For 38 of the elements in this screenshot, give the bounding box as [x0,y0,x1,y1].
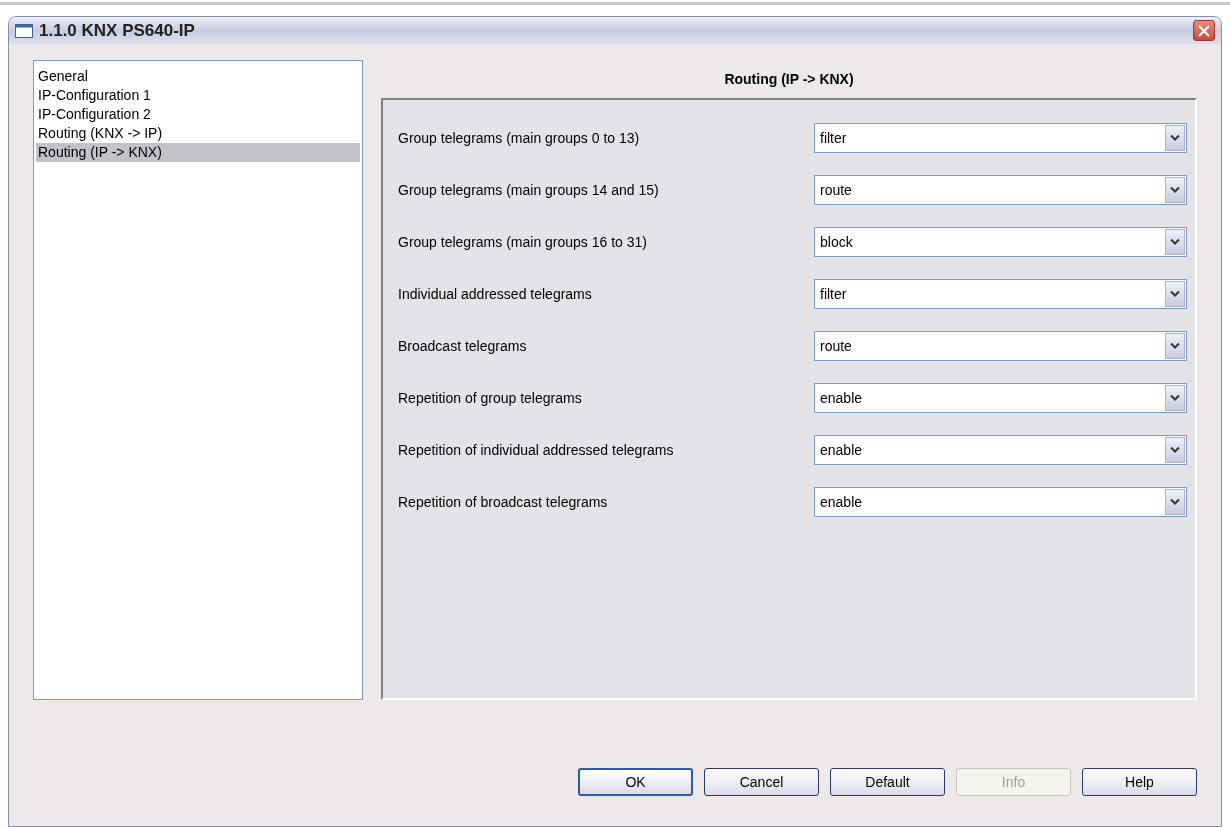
parameter-label: Group telegrams (main groups 14 and 15) [398,180,660,200]
dropdown[interactable]: enable [814,383,1187,413]
page-list-item[interactable]: General [36,67,360,86]
dropdown[interactable]: filter [814,279,1187,309]
window-title: 1.1.0 KNX PS640-IP [39,19,195,42]
dialog-button[interactable]: Default [830,768,945,796]
chevron-down-icon [1170,446,1180,454]
page-list-item[interactable]: Routing (KNX -> IP) [36,124,360,143]
parameter-label: Repetition of individual addressed telegrams [398,440,675,460]
dialog-button[interactable]: Help [1082,768,1197,796]
chevron-down-icon [1170,290,1180,298]
dropdown[interactable]: block [814,227,1187,257]
chevron-down-icon [1170,238,1180,246]
dropdown[interactable]: enable [814,435,1187,465]
dropdown[interactable]: route [814,175,1187,205]
dropdown[interactable]: filter [814,123,1187,153]
chevron-down-icon [1170,134,1180,142]
chevron-down-icon [1170,186,1180,194]
dropdown[interactable]: route [814,331,1187,361]
close-icon [1198,24,1210,37]
parameter-label: Group telegrams (main groups 0 to 13) [398,128,641,148]
dialog-button[interactable]: Cancel [704,768,819,796]
panel-title: Routing (IP -> KNX) [723,69,855,89]
page-list-item[interactable]: IP-Configuration 1 [36,86,360,105]
chevron-down-icon [1170,342,1180,350]
parameter-label: Broadcast telegrams [398,336,528,356]
parameter-label: Group telegrams (main groups 16 to 31) [398,232,648,252]
parameter-label: Repetition of broadcast telegrams [398,492,609,512]
close-button[interactable] [1193,20,1215,41]
page-list-item[interactable]: IP-Configuration 2 [36,105,360,124]
dialog-button[interactable]: OK [578,768,693,796]
chevron-down-icon [1170,498,1180,506]
page-list-item[interactable]: Routing (IP -> KNX) [36,143,360,162]
chevron-down-icon [1170,394,1180,402]
dropdown[interactable]: enable [814,487,1187,517]
parameter-label: Individual addressed telegrams [398,284,593,304]
parameter-label: Repetition of group telegrams [398,388,583,408]
window-icon [15,23,33,38]
